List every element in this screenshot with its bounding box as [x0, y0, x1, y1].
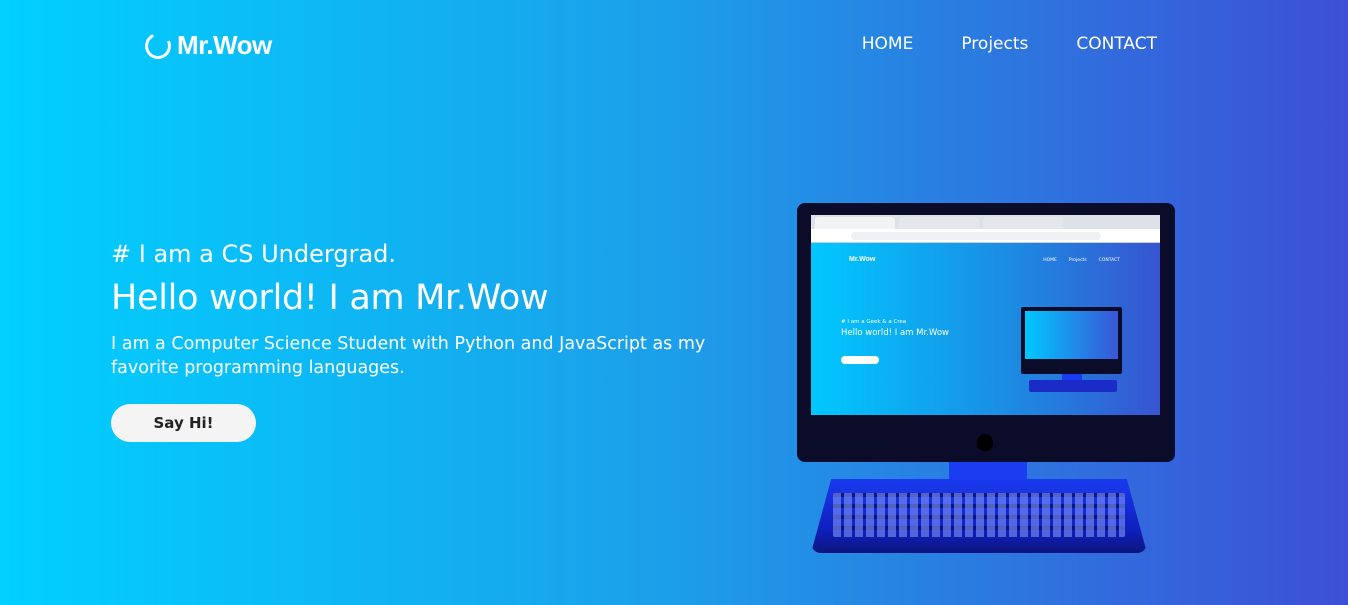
- mini-description: [841, 341, 1016, 351]
- nav-projects[interactable]: Projects: [961, 34, 1028, 54]
- mini-monitor: [1021, 307, 1122, 374]
- say-hi-button[interactable]: Say Hi!: [111, 404, 256, 442]
- mini-nav-item: Projects: [1068, 258, 1087, 263]
- browser-tab: [815, 217, 895, 229]
- mini-logo: Mr.Wow: [849, 256, 876, 263]
- mini-keyboard: [1029, 380, 1117, 392]
- mini-nav-item: CONTACT: [1098, 258, 1120, 263]
- keyboard-keys: [833, 493, 1125, 537]
- monitor-screen: Mr.Wow HOME Projects CONTACT # I am a Ge…: [811, 215, 1160, 415]
- nav-home[interactable]: HOME: [862, 34, 914, 54]
- monitor-illustration: Mr.Wow HOME Projects CONTACT # I am a Ge…: [797, 203, 1175, 555]
- mini-hero: # I am a Geek & a Crea Hello world! I am…: [841, 319, 1016, 364]
- hero-description: I am a Computer Science Student with Pyt…: [111, 334, 706, 378]
- browser-tab: [983, 217, 1063, 229]
- mini-monitor-screen: [1025, 311, 1118, 359]
- browser-url-bar: [811, 229, 1160, 243]
- hero-section: # I am a CS Undergrad. Hello world! I am…: [111, 240, 771, 442]
- apple-logo-icon: [977, 434, 993, 451]
- mini-subtitle: # I am a Geek & a Crea: [841, 319, 907, 325]
- browser-tab: [899, 217, 979, 229]
- hero-subtitle: # I am a CS Undergrad.: [111, 240, 397, 268]
- mini-nav-item: HOME: [1043, 258, 1057, 263]
- hero-title: Hello world! I am Mr.Wow: [111, 278, 549, 318]
- brand-name: Mr.Wow: [177, 30, 272, 60]
- monitor-body: Mr.Wow HOME Projects CONTACT # I am a Ge…: [797, 203, 1175, 462]
- keyboard: [811, 479, 1147, 553]
- mini-title: Hello world! I am Mr.Wow: [841, 328, 949, 338]
- browser-tabs: [811, 215, 1160, 229]
- mini-nav: HOME Projects CONTACT: [1043, 258, 1120, 263]
- mini-button: [841, 356, 879, 364]
- brand-logo[interactable]: Mr.Wow: [141, 28, 272, 63]
- ring-icon: [141, 28, 175, 63]
- nav-contact[interactable]: CONTACT: [1076, 34, 1157, 54]
- main-nav: HOME Projects CONTACT: [862, 34, 1157, 54]
